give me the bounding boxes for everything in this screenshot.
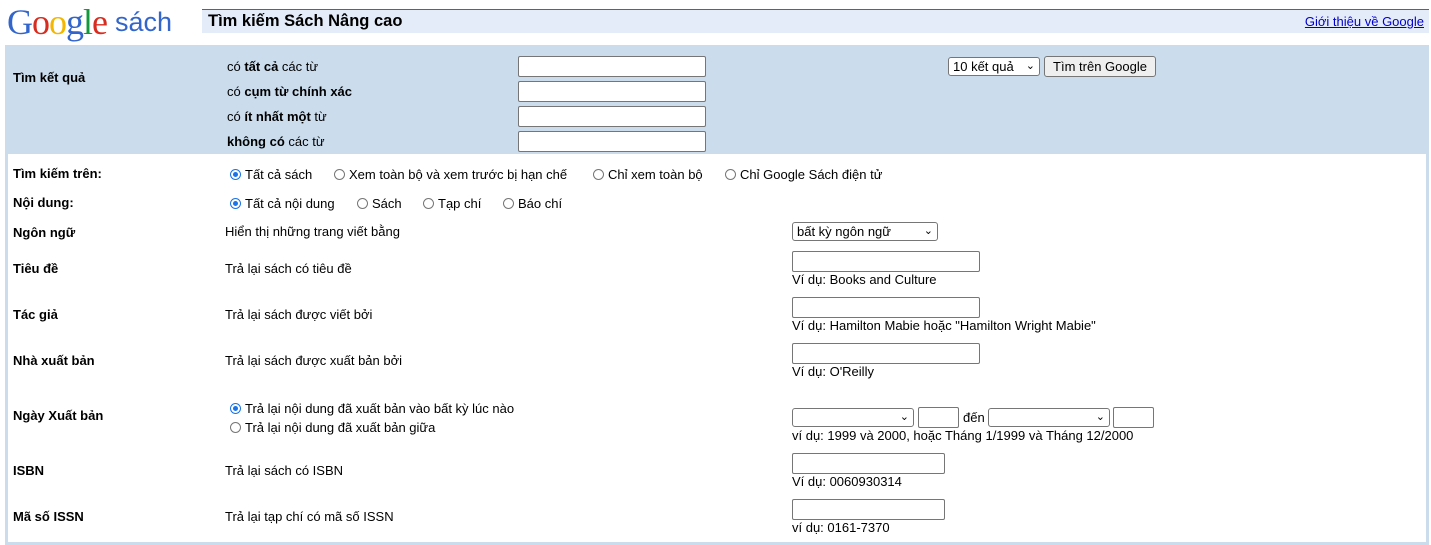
issn-input[interactable]: [792, 499, 945, 520]
chevron-down-icon: ⌄: [899, 411, 909, 423]
isbn-example: Ví dụ: 0060930314: [792, 474, 902, 489]
without-words-label: không có các từ: [227, 134, 325, 149]
find-results-label: Tìm kết quả: [13, 70, 86, 85]
radio-checked-icon: [230, 403, 241, 414]
isbn-label: ISBN: [13, 463, 45, 478]
issn-example: ví dụ: 0161-7370: [792, 520, 890, 535]
results-count-value: 10 kết quả: [953, 59, 1014, 74]
search-in-ebooks-radio[interactable]: Chỉ Google Sách điện tử: [725, 167, 882, 182]
author-input[interactable]: [792, 297, 980, 318]
chevron-down-icon: ⌄: [1095, 411, 1105, 423]
content-newspapers-radio[interactable]: Báo chí: [503, 196, 562, 211]
all-words-label: có tất cả các từ: [227, 59, 319, 74]
title-input[interactable]: [792, 251, 980, 272]
radio-checked-icon: [230, 169, 241, 180]
at-least-one-input[interactable]: [518, 106, 706, 127]
pubdate-end-month-select[interactable]: ⌄: [988, 408, 1110, 427]
publisher-example: Ví dụ: O'Reilly: [792, 364, 874, 379]
content-label: Nội dung:: [13, 195, 74, 210]
publisher-input[interactable]: [792, 343, 980, 364]
radio-icon: [423, 198, 434, 209]
page-title: Tìm kiếm Sách Nâng cao: [208, 12, 403, 30]
author-desc: Trả lại sách được viết bởi: [225, 307, 373, 322]
without-words-input[interactable]: [518, 131, 706, 152]
issn-desc: Trả lại tạp chí có mã số ISSN: [225, 509, 394, 524]
title-label: Tiêu đề: [13, 261, 59, 276]
content-all-radio[interactable]: Tất cả nội dung: [230, 196, 335, 211]
about-google-link[interactable]: Giới thiệu về Google: [1305, 14, 1424, 29]
pubdate-label: Ngày Xuất bản: [13, 408, 104, 423]
exact-phrase-label: có cụm từ chính xác: [227, 84, 353, 99]
isbn-input[interactable]: [792, 453, 945, 474]
radio-icon: [230, 422, 241, 433]
search-in-full-view-radio[interactable]: Chỉ xem toàn bộ: [593, 167, 703, 182]
radio-icon: [334, 169, 345, 180]
radio-checked-icon: [230, 198, 241, 209]
content-magazines-radio[interactable]: Tạp chí: [423, 196, 481, 211]
publisher-label: Nhà xuất bản: [13, 353, 95, 368]
radio-icon: [725, 169, 736, 180]
title-example: Ví dụ: Books and Culture: [792, 272, 937, 287]
all-words-input[interactable]: [518, 56, 706, 77]
author-label: Tác giả: [13, 307, 58, 322]
title-desc: Trả lại sách có tiêu đề: [225, 261, 352, 276]
radio-icon: [503, 198, 514, 209]
pubdate-to-label: đến: [963, 410, 985, 425]
pubdate-start-month-select[interactable]: ⌄: [792, 408, 914, 427]
pubdate-any-radio[interactable]: Trả lại nội dung đã xuất bản vào bất kỳ …: [230, 401, 514, 416]
title-bar: Tìm kiếm Sách Nâng cao Giới thiệu về Goo…: [202, 9, 1429, 33]
content-books-radio[interactable]: Sách: [357, 196, 402, 211]
language-label: Ngôn ngữ: [13, 225, 76, 240]
chevron-down-icon: ⌄: [923, 225, 933, 237]
find-results-section: [8, 48, 1426, 154]
google-books-logo[interactable]: Google sách: [7, 3, 172, 41]
author-example: Ví dụ: Hamilton Mabie hoặc "Hamilton Wri…: [792, 318, 1096, 333]
issn-label: Mã số ISSN: [13, 509, 84, 524]
search-in-label: Tìm kiếm trên:: [13, 166, 102, 181]
results-count-select[interactable]: 10 kết quả ⌄: [948, 57, 1040, 76]
search-in-all-books-radio[interactable]: Tất cả sách: [230, 167, 312, 182]
exact-phrase-input[interactable]: [518, 81, 706, 102]
isbn-desc: Trả lại sách có ISBN: [225, 463, 344, 478]
radio-icon: [593, 169, 604, 180]
at-least-one-label: có ít nhất một từ: [227, 109, 327, 124]
chevron-down-icon: ⌄: [1025, 60, 1035, 72]
publisher-desc: Trả lại sách được xuất bản bởi: [225, 353, 403, 368]
pubdate-start-year-input[interactable]: [918, 407, 959, 428]
radio-icon: [357, 198, 368, 209]
search-in-preview-radio[interactable]: Xem toàn bộ và xem trước bị hạn chế: [334, 167, 567, 182]
pubdate-example: ví dụ: 1999 và 2000, hoặc Tháng 1/1999 v…: [792, 428, 1134, 443]
language-desc: Hiển thị những trang viết bằng: [225, 224, 400, 239]
language-select[interactable]: bất kỳ ngôn ngữ ⌄: [792, 222, 938, 241]
pubdate-between-radio[interactable]: Trả lại nội dung đã xuất bản giữa: [230, 420, 435, 435]
search-google-button[interactable]: Tìm trên Google: [1044, 56, 1156, 77]
pubdate-end-year-input[interactable]: [1113, 407, 1154, 428]
logo-suffix: sách: [115, 7, 173, 37]
language-select-value: bất kỳ ngôn ngữ: [797, 224, 891, 239]
